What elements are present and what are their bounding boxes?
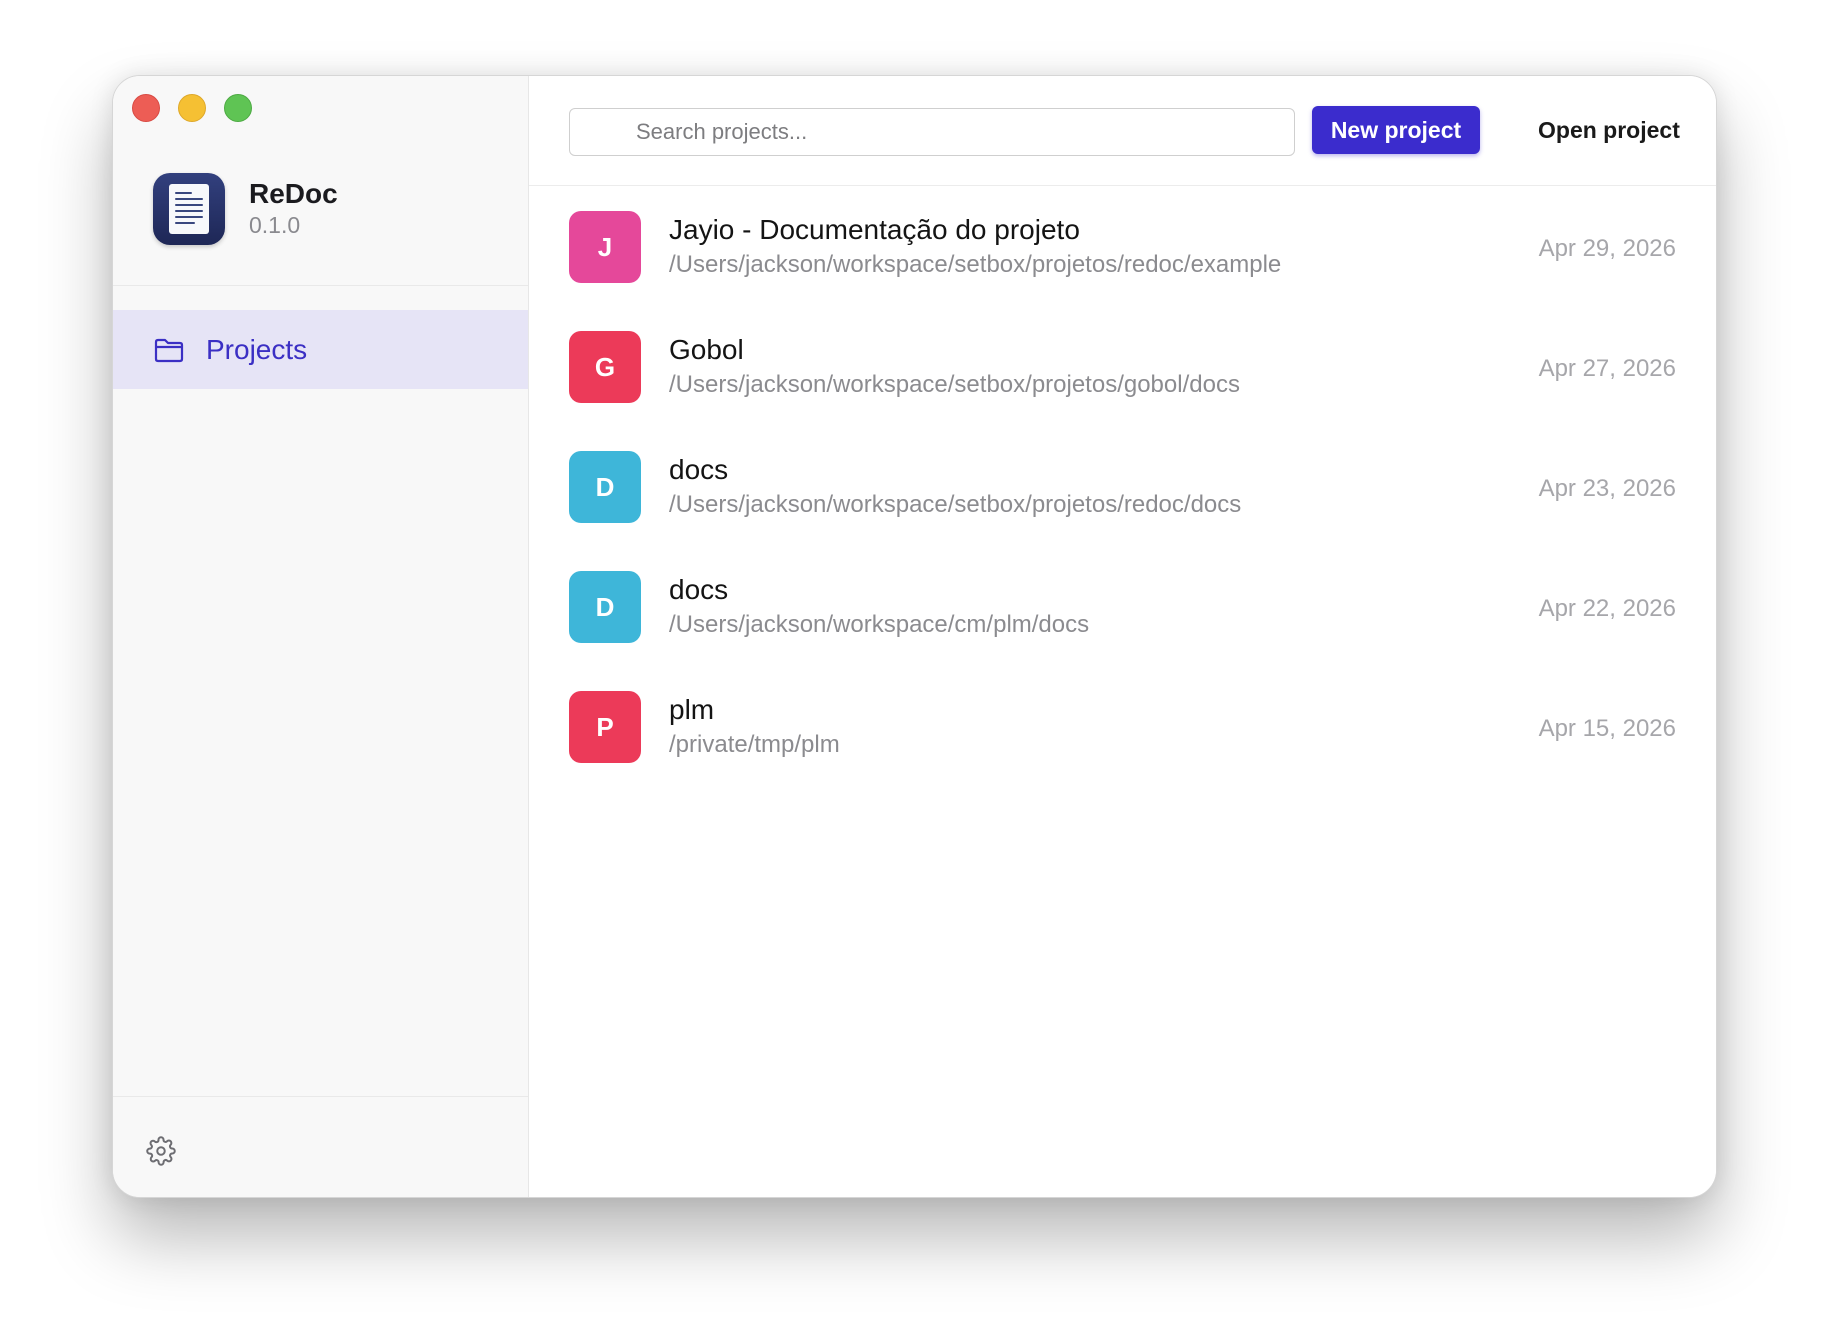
app-name: ReDoc bbox=[249, 178, 338, 209]
project-name: docs bbox=[669, 454, 729, 485]
project-avatar: D bbox=[569, 451, 641, 523]
project-row[interactable]: Ddocs/Users/jackson/workspace/setbox/pro… bbox=[529, 451, 1716, 571]
project-avatar: D bbox=[569, 571, 641, 643]
close-window-button[interactable] bbox=[132, 94, 160, 122]
project-name: plm bbox=[669, 694, 715, 725]
project-row[interactable]: Ddocs/Users/jackson/workspace/cm/plm/doc… bbox=[529, 571, 1716, 691]
sidebar-footer-divider bbox=[113, 1096, 528, 1097]
project-path: /Users/jackson/workspace/setbox/projetos… bbox=[669, 251, 1282, 278]
project-row[interactable]: Pplm/private/tmp/plm Apr 15, 2026 bbox=[529, 691, 1716, 811]
project-path: /Users/jackson/workspace/setbox/projetos… bbox=[669, 371, 1240, 398]
project-path: /private/tmp/plm bbox=[669, 731, 840, 758]
project-date: Apr 27, 2026 bbox=[1538, 355, 1676, 382]
app-window: ReDoc 0.1.0 Projects New project Open pr… bbox=[112, 75, 1717, 1198]
project-date: Apr 23, 2026 bbox=[1538, 475, 1676, 502]
sidebar: ReDoc 0.1.0 Projects bbox=[113, 76, 529, 1197]
sidebar-item-label: Projects bbox=[206, 333, 308, 365]
folder-icon bbox=[154, 338, 184, 362]
toolbar: New project Open project bbox=[529, 76, 1716, 186]
project-date: Apr 22, 2026 bbox=[1538, 595, 1676, 622]
zoom-window-button[interactable] bbox=[224, 94, 252, 122]
project-date: Apr 29, 2026 bbox=[1538, 235, 1676, 262]
open-project-button[interactable]: Open project bbox=[1516, 106, 1702, 154]
new-project-button[interactable]: New project bbox=[1312, 106, 1480, 154]
project-list: J Jayio - Documentação do projeto/Users/j… bbox=[529, 211, 1716, 811]
project-avatar: G bbox=[569, 331, 641, 403]
app-brand: ReDoc 0.1.0 bbox=[153, 173, 338, 245]
project-path: /Users/jackson/workspace/cm/plm/docs bbox=[669, 611, 1090, 638]
app-version: 0.1.0 bbox=[249, 212, 301, 238]
window-controls bbox=[132, 94, 252, 122]
app-logo-icon bbox=[153, 173, 225, 245]
project-name: docs bbox=[669, 574, 729, 605]
sidebar-divider bbox=[113, 285, 528, 286]
project-date: Apr 15, 2026 bbox=[1538, 715, 1676, 742]
project-avatar: J bbox=[569, 211, 641, 283]
project-name: Gobol bbox=[669, 334, 744, 365]
main-panel: New project Open project J Jayio - Docume… bbox=[529, 76, 1716, 1197]
sidebar-item-projects[interactable]: Projects bbox=[113, 310, 528, 389]
project-path: /Users/jackson/workspace/setbox/projetos… bbox=[669, 491, 1242, 518]
search-input[interactable] bbox=[569, 108, 1295, 156]
project-name: Jayio - Documentação do projeto bbox=[669, 214, 1080, 245]
project-row[interactable]: G Gobol/Users/jackson/workspace/setbox/pr… bbox=[529, 331, 1716, 451]
project-avatar: P bbox=[569, 691, 641, 763]
minimize-window-button[interactable] bbox=[178, 94, 206, 122]
gear-icon[interactable] bbox=[146, 1136, 176, 1166]
project-row[interactable]: J Jayio - Documentação do projeto/Users/j… bbox=[529, 211, 1716, 331]
